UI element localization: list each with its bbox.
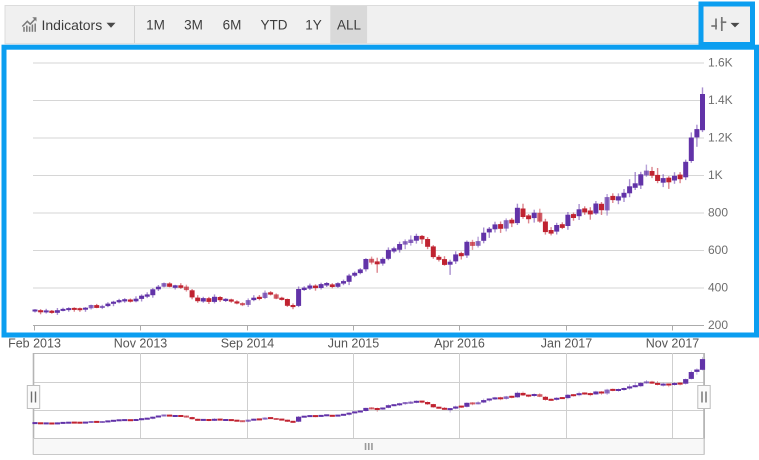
svg-text:Jun 2015: Jun 2015	[328, 337, 379, 351]
svg-text:Jan 2017: Jan 2017	[541, 337, 592, 351]
svg-text:YTD: YTD	[261, 18, 288, 33]
svg-text:600: 600	[708, 243, 728, 257]
svg-text:1.2K: 1.2K	[708, 131, 733, 145]
svg-text:1M: 1M	[146, 18, 165, 33]
svg-text:ALL: ALL	[337, 18, 362, 33]
svg-text:Nov 2017: Nov 2017	[646, 337, 700, 351]
svg-text:Indicators: Indicators	[42, 17, 103, 33]
svg-text:1K: 1K	[708, 168, 723, 182]
svg-text:Apr 2016: Apr 2016	[434, 337, 485, 351]
svg-text:200: 200	[708, 318, 728, 332]
svg-text:Sep 2014: Sep 2014	[221, 337, 275, 351]
svg-text:400: 400	[708, 281, 728, 295]
svg-text:6M: 6M	[223, 18, 242, 33]
svg-text:Feb 2013: Feb 2013	[8, 337, 61, 351]
svg-text:1Y: 1Y	[305, 18, 322, 33]
svg-text:1.4K: 1.4K	[708, 93, 733, 107]
svg-text:Nov 2013: Nov 2013	[114, 337, 168, 351]
svg-text:1.6K: 1.6K	[708, 56, 733, 70]
svg-text:3M: 3M	[184, 18, 203, 33]
svg-text:800: 800	[708, 206, 728, 220]
